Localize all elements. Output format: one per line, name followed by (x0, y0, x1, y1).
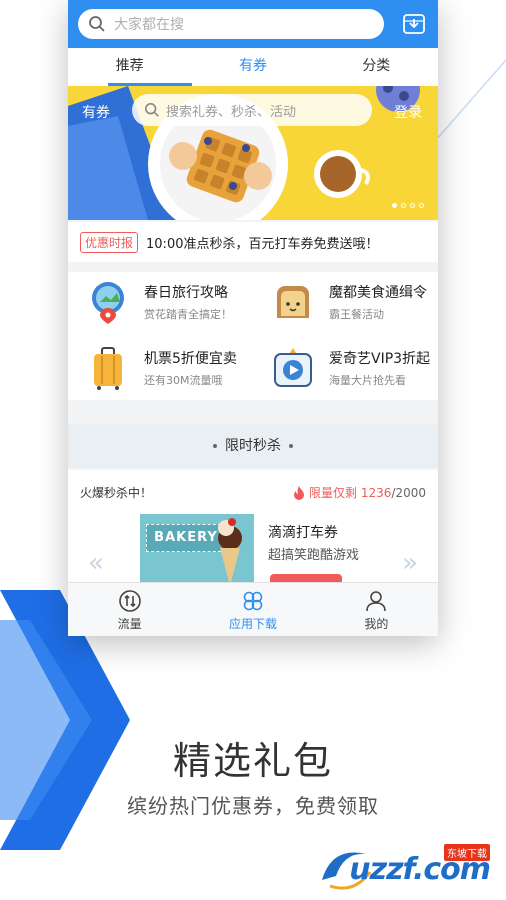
nav-label: 流量 (117, 616, 142, 631)
tab-coupons[interactable]: 有券 (191, 48, 314, 86)
carousel-dot[interactable] (410, 203, 415, 208)
banner-label: 有券 (82, 105, 110, 121)
user-icon (366, 590, 387, 611)
bullet-dot (289, 444, 293, 448)
hot-sale-label: 火爆秒杀中！ (80, 486, 153, 500)
search-bar[interactable]: 大家都在搜 (78, 9, 384, 39)
carousel-dot[interactable] (419, 203, 424, 208)
tab-recommend[interactable]: 推荐 (68, 48, 191, 86)
promo-subline: 缤纷热门优惠券，免费领取 (127, 794, 379, 818)
grid-item-food[interactable]: 魔都美食通缉令 霸王餐活动 (253, 272, 438, 332)
product-subtitle: 超搞笑跑酷游戏 (268, 548, 360, 563)
promo-headline: 精选礼包 (172, 739, 333, 783)
grid-item-subtitle: 海量大片抢先看 (329, 374, 406, 387)
bullet-dot (213, 444, 217, 448)
search-icon (89, 16, 105, 32)
grid-item-subtitle: 霸王餐活动 (329, 308, 384, 321)
carousel-dot[interactable] (392, 203, 397, 208)
prev-arrow-icon[interactable]: « (88, 548, 104, 578)
suitcase-icon (94, 347, 122, 390)
traffic-icon (118, 589, 141, 612)
deal-notice[interactable]: 优惠时报 10:00准点秒杀，百元打车券免费送哦！ (68, 222, 438, 262)
fire-icon (294, 485, 305, 500)
video-play-icon (274, 348, 312, 387)
nav-label: 应用下载 (228, 616, 277, 631)
download-icon[interactable] (402, 12, 426, 36)
grid-item-travel[interactable]: 春日旅行攻略 赏花踏青全搞定！ (68, 272, 253, 332)
section-title: 限时秒杀 (225, 438, 281, 454)
top-bar: 大家都在搜 (68, 0, 438, 48)
stock-counter: 限量仅剩 1236/2000 (293, 484, 426, 501)
nav-label: 我的 (364, 616, 389, 631)
grid-item-subtitle: 还有30M流量哦 (144, 374, 223, 387)
bottom-nav: 流量 应用下载 我的 (68, 582, 438, 636)
banner-search-placeholder: 搜索礼券、秒杀、活动 (166, 104, 297, 120)
grid-item-title: 魔都美食通缉令 (329, 285, 427, 301)
flash-sale-header: 限时秒杀 (68, 424, 438, 468)
promo-banner[interactable]: 有券 搜索礼券、秒杀、活动 登录 (68, 86, 438, 220)
nav-app-download[interactable]: 应用下载 (191, 583, 314, 636)
grid-item-title: 爱奇艺VIP3折起 (329, 351, 431, 367)
carousel-dots (392, 203, 424, 208)
tab-categories[interactable]: 分类 (315, 48, 438, 86)
product-title: 滴滴打车券 (268, 525, 338, 541)
notice-tag: 优惠时报 (80, 231, 139, 253)
search-icon (144, 102, 159, 117)
banner-search-input[interactable]: 搜索礼券、秒杀、活动 (132, 94, 372, 126)
product-image[interactable]: BAKERY (140, 514, 254, 586)
ice-cream-illustration (218, 518, 242, 586)
phone-screen: 大家都在搜 推荐 有券 分类 有券 搜索礼券、秒杀、活动 登录 优惠时报 10:… (68, 0, 438, 636)
grid-item-iqiyi[interactable]: 爱奇艺VIP3折起 海量大片抢先看 (253, 338, 438, 398)
carousel-dot[interactable] (401, 203, 406, 208)
grid-item-subtitle: 赏花踏青全搞定！ (144, 308, 232, 321)
background-line (435, 59, 506, 141)
tab-bar: 推荐 有券 分类 (68, 48, 438, 86)
toast-icon (277, 286, 309, 318)
flash-sale-card: 火爆秒杀中！ 限量仅剩 1236/2000 « » BAKERY 滴滴打车券 超… (68, 470, 438, 586)
total-count: /2000 (391, 485, 426, 500)
notice-message: 10:00准点秒杀，百元打车券免费送哦！ (146, 236, 379, 252)
nav-profile[interactable]: 我的 (315, 583, 438, 636)
apps-icon (243, 591, 263, 610)
remaining-count: 1236 (360, 485, 392, 500)
grid-item-title: 春日旅行攻略 (144, 285, 228, 301)
next-arrow-icon[interactable]: » (402, 548, 418, 578)
grid-item-title: 机票5折便宜卖 (144, 351, 237, 367)
feature-grid: 春日旅行攻略 赏花踏青全搞定！ 魔都美食通缉令 霸王餐活动 机票5折便宜卖 还有… (68, 272, 438, 400)
login-link[interactable]: 登录 (394, 102, 422, 122)
watermark-text: uzzf.com (349, 852, 491, 887)
limit-label: 限量仅剩 (309, 486, 358, 500)
nav-traffic[interactable]: 流量 (68, 583, 191, 636)
map-pin-icon (92, 282, 124, 324)
grid-item-flights[interactable]: 机票5折便宜卖 还有30M流量哦 (68, 338, 253, 398)
search-placeholder: 大家都在搜 (114, 17, 184, 33)
